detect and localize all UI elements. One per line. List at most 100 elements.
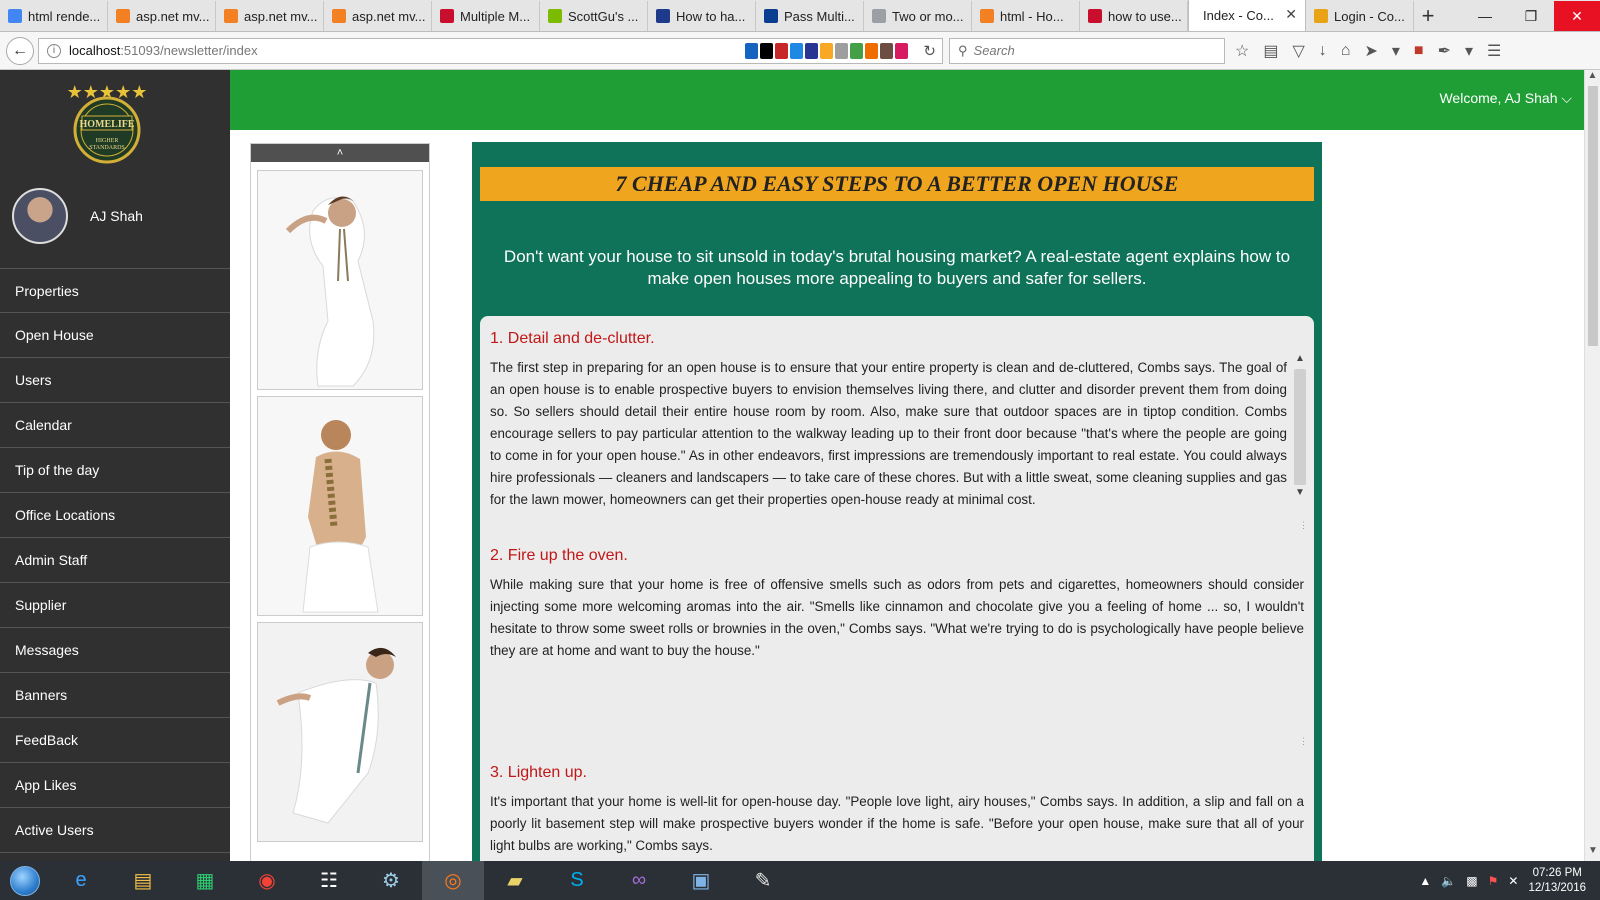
- scroll-down-icon[interactable]: ▼: [1585, 845, 1600, 861]
- address-bar[interactable]: i localhost:51093/newsletter/index ↻: [38, 37, 943, 64]
- sidebar-item-messages[interactable]: Messages: [0, 628, 230, 673]
- tool-icon[interactable]: ⚙: [360, 861, 422, 900]
- addon-icon[interactable]: [745, 42, 758, 59]
- sidebar-item-label: Banners: [15, 687, 68, 703]
- addon-icon[interactable]: [760, 42, 773, 59]
- reading-list-icon[interactable]: ▤: [1263, 41, 1278, 61]
- reload-icon[interactable]: ↻: [923, 42, 936, 60]
- addon-red-icon[interactable]: ■: [1414, 42, 1424, 60]
- dropdown-icon[interactable]: ▾: [1392, 41, 1400, 61]
- restore-icon[interactable]: ❐: [1508, 1, 1554, 31]
- tab-label: asp.net mv...: [244, 8, 318, 24]
- apps-icon[interactable]: ☷: [298, 861, 360, 900]
- clock[interactable]: 07:26 PM 12/13/2016: [1528, 866, 1586, 896]
- folder-icon[interactable]: ▰: [484, 861, 546, 900]
- browser-tab[interactable]: Two or mo...: [864, 1, 972, 31]
- sidebar-item-banners[interactable]: Banners: [0, 673, 230, 718]
- minimize-icon[interactable]: —: [1462, 1, 1508, 31]
- addon-icon[interactable]: [790, 42, 803, 59]
- chrome-icon[interactable]: ◉: [236, 861, 298, 900]
- start-button[interactable]: [0, 861, 50, 900]
- tray-expand-icon[interactable]: ▲: [1419, 874, 1431, 888]
- sidebar-item-users[interactable]: Users: [0, 358, 230, 403]
- scroll-up-icon[interactable]: ▲: [1585, 70, 1600, 86]
- browser-tab[interactable]: asp.net mv...: [108, 1, 216, 31]
- new-tab-icon[interactable]: +: [1414, 1, 1442, 31]
- scroll-thumb[interactable]: [1587, 86, 1598, 346]
- sidebar-item-active-users[interactable]: Active Users: [0, 808, 230, 853]
- close-tab-icon[interactable]: ✕: [1285, 6, 1297, 23]
- pocket-icon[interactable]: ▽: [1292, 41, 1304, 61]
- hamburger-menu-icon[interactable]: ☰: [1487, 41, 1501, 61]
- gallery-photo[interactable]: [257, 622, 423, 842]
- gallery-photo[interactable]: [257, 396, 423, 616]
- flag-icon[interactable]: ⚑: [1488, 874, 1499, 888]
- browser-tab[interactable]: Index - Co... ✕: [1188, 0, 1306, 31]
- share-icon[interactable]: ➤: [1364, 41, 1377, 61]
- addon-icon[interactable]: [880, 42, 893, 59]
- addon-icon[interactable]: [820, 42, 833, 59]
- sidebar-item-admin-staff[interactable]: Admin Staff: [0, 538, 230, 583]
- browser-tab[interactable]: Pass Multi...: [756, 1, 864, 31]
- addon-icon[interactable]: [775, 42, 788, 59]
- scroll-up-icon[interactable]: ▲: [1292, 353, 1308, 367]
- download-icon[interactable]: ↓: [1319, 42, 1327, 60]
- bookmark-star-icon[interactable]: ☆: [1235, 41, 1249, 61]
- sidebar-item-properties[interactable]: Properties: [0, 268, 230, 313]
- back-arrow-icon[interactable]: ←: [6, 36, 34, 65]
- browser-tab[interactable]: html - Ho...: [972, 1, 1080, 31]
- network-icon[interactable]: ▩: [1466, 874, 1477, 888]
- resize-grip-icon[interactable]: ⋮: [1299, 736, 1308, 747]
- skype-icon[interactable]: S: [546, 861, 608, 900]
- store-icon[interactable]: ▦: [174, 861, 236, 900]
- resize-grip-icon[interactable]: ⋮: [1299, 520, 1308, 531]
- eyedropper-icon[interactable]: ✒: [1438, 41, 1451, 61]
- addon-icon[interactable]: [895, 42, 908, 59]
- gallery-photo[interactable]: [257, 170, 423, 390]
- addon-icon[interactable]: [865, 42, 878, 59]
- search-input[interactable]: ⚲ Search: [949, 37, 1225, 64]
- browser-tab[interactable]: html rende...: [0, 1, 108, 31]
- sidebar-item-calendar[interactable]: Calendar: [0, 403, 230, 448]
- sidebar-item-tip-of-the-day[interactable]: Tip of the day: [0, 448, 230, 493]
- remote-icon[interactable]: ▣: [670, 861, 732, 900]
- sidebar-item-open-house[interactable]: Open House: [0, 313, 230, 358]
- browser-tab[interactable]: asp.net mv...: [324, 1, 432, 31]
- sidebar-item-office-locations[interactable]: Office Locations: [0, 493, 230, 538]
- textarea-scrollbar[interactable]: ▲ ▼: [1292, 353, 1308, 513]
- addon-icon[interactable]: [850, 42, 863, 59]
- addon-icon[interactable]: [835, 42, 848, 59]
- volume-icon[interactable]: 🔈: [1441, 874, 1456, 888]
- browser-tab[interactable]: how to use...: [1080, 1, 1188, 31]
- mute-icon[interactable]: ✕: [1508, 874, 1518, 888]
- scroll-thumb[interactable]: [1294, 369, 1306, 485]
- browser-tab[interactable]: ScottGu's ...: [540, 1, 648, 31]
- info-icon[interactable]: i: [47, 43, 61, 58]
- browser-tab[interactable]: asp.net mv...: [216, 1, 324, 31]
- user-profile[interactable]: AJ Shah: [12, 188, 143, 244]
- gallery-scroll-up-button[interactable]: ˄: [251, 144, 429, 162]
- step-text: The first step in preparing for an open …: [490, 360, 1287, 507]
- homelife-logo[interactable]: ★★★★★ HOMELIFE HIGHER STANDARDS: [64, 78, 150, 168]
- avatar[interactable]: [12, 188, 68, 244]
- page-scrollbar[interactable]: ▲ ▼: [1584, 70, 1600, 861]
- sidebar-item-feedback[interactable]: FeedBack: [0, 718, 230, 763]
- browser-tab[interactable]: How to ha...: [648, 1, 756, 31]
- firefox-icon[interactable]: ◎: [422, 861, 484, 900]
- browser-tab[interactable]: Login - Co...: [1306, 1, 1414, 31]
- dropdown-icon[interactable]: ▾: [1465, 41, 1473, 61]
- home-icon[interactable]: ⌂: [1341, 42, 1351, 60]
- browser-toolbar: ☆ ▤ ▽ ↓ ⌂ ➤ ▾ ■ ✒ ▾ ☰: [1235, 41, 1501, 61]
- paint-icon[interactable]: ✎: [732, 861, 794, 900]
- sidebar-item-app-likes[interactable]: App Likes: [0, 763, 230, 808]
- sidebar-item-supplier[interactable]: Supplier: [0, 583, 230, 628]
- ie-icon[interactable]: e: [50, 861, 112, 900]
- sidebar-item-label: Calendar: [15, 417, 72, 433]
- scroll-down-icon[interactable]: ▼: [1292, 487, 1308, 501]
- visual-studio-icon[interactable]: ∞: [608, 861, 670, 900]
- welcome-user-dropdown[interactable]: Welcome, AJ Shah ⌵: [1439, 90, 1572, 107]
- explorer-icon[interactable]: ▤: [112, 861, 174, 900]
- close-window-icon[interactable]: ✕: [1554, 1, 1600, 31]
- browser-tab[interactable]: Multiple M...: [432, 1, 540, 31]
- addon-icon[interactable]: [805, 42, 818, 59]
